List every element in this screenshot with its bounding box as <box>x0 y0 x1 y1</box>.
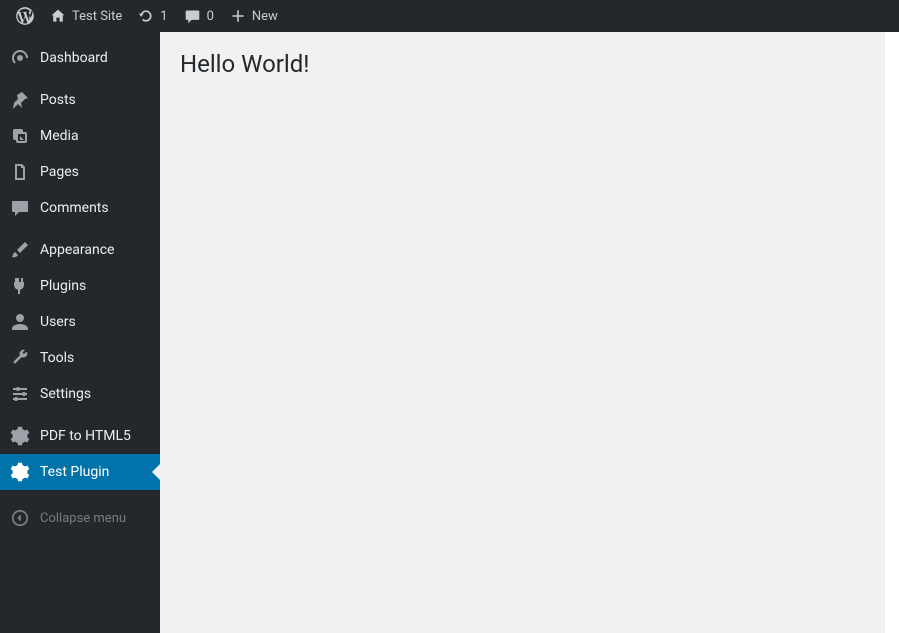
dashboard-icon <box>10 48 30 68</box>
sidebar-item-users[interactable]: Users <box>0 304 160 340</box>
gear-icon <box>10 426 30 446</box>
sidebar-item-label: Dashboard <box>40 50 108 66</box>
sidebar-item-appearance[interactable]: Appearance <box>0 232 160 268</box>
gear-icon <box>10 462 30 482</box>
sidebar-item-label: Appearance <box>40 242 114 258</box>
sidebar-item-label: Media <box>40 128 79 144</box>
user-icon <box>10 312 30 332</box>
media-icon <box>10 126 30 146</box>
refresh-icon <box>138 8 154 24</box>
sidebar-item-pages[interactable]: Pages <box>0 154 160 190</box>
collapse-menu-button[interactable]: Collapse menu <box>0 498 160 538</box>
sidebar-item-pdf-to-html5[interactable]: PDF to HTML5 <box>0 418 160 454</box>
wordpress-icon <box>16 7 34 25</box>
sidebar-item-posts[interactable]: Posts <box>0 82 160 118</box>
plug-icon <box>10 276 30 296</box>
sidebar-item-comments[interactable]: Comments <box>0 190 160 226</box>
sidebar-item-label: Test Plugin <box>40 464 109 480</box>
sidebar-item-label: Settings <box>40 386 91 402</box>
comments-icon <box>10 198 30 218</box>
sidebar-item-label: Plugins <box>40 278 86 294</box>
updates-count: 1 <box>160 9 167 24</box>
sidebar-item-label: Pages <box>40 164 79 180</box>
collapse-label: Collapse menu <box>40 511 126 526</box>
new-content-link[interactable]: New <box>222 0 286 32</box>
sidebar-item-label: PDF to HTML5 <box>40 428 131 444</box>
site-name-link[interactable]: Test Site <box>42 0 130 32</box>
sidebar-item-test-plugin[interactable]: Test Plugin <box>0 454 160 490</box>
new-label: New <box>252 9 278 24</box>
sidebar-item-settings[interactable]: Settings <box>0 376 160 412</box>
sliders-icon <box>10 384 30 404</box>
right-strip <box>885 32 899 633</box>
sidebar-item-media[interactable]: Media <box>0 118 160 154</box>
comment-icon <box>184 8 201 25</box>
pushpin-icon <box>10 90 30 110</box>
plus-icon <box>230 8 246 24</box>
page-icon <box>10 162 30 182</box>
collapse-icon <box>10 508 30 528</box>
page-heading: Hello World! <box>180 50 865 78</box>
sidebar-item-label: Comments <box>40 200 109 216</box>
wrench-icon <box>10 348 30 368</box>
brush-icon <box>10 240 30 260</box>
comments-link[interactable]: 0 <box>176 0 222 32</box>
admin-bar: Test Site 1 0 New <box>0 0 899 32</box>
comments-count: 0 <box>207 9 214 24</box>
sidebar-item-label: Tools <box>40 350 74 366</box>
wp-logo-menu[interactable] <box>8 0 42 32</box>
admin-sidebar: Dashboard Posts Media <box>0 32 160 633</box>
sidebar-item-label: Users <box>40 314 76 330</box>
home-icon <box>50 8 66 24</box>
site-name-label: Test Site <box>72 9 122 24</box>
sidebar-item-label: Posts <box>40 92 76 108</box>
sidebar-item-plugins[interactable]: Plugins <box>0 268 160 304</box>
updates-link[interactable]: 1 <box>130 0 175 32</box>
sidebar-item-tools[interactable]: Tools <box>0 340 160 376</box>
sidebar-item-dashboard[interactable]: Dashboard <box>0 40 160 76</box>
main-content: Hello World! <box>160 32 885 633</box>
